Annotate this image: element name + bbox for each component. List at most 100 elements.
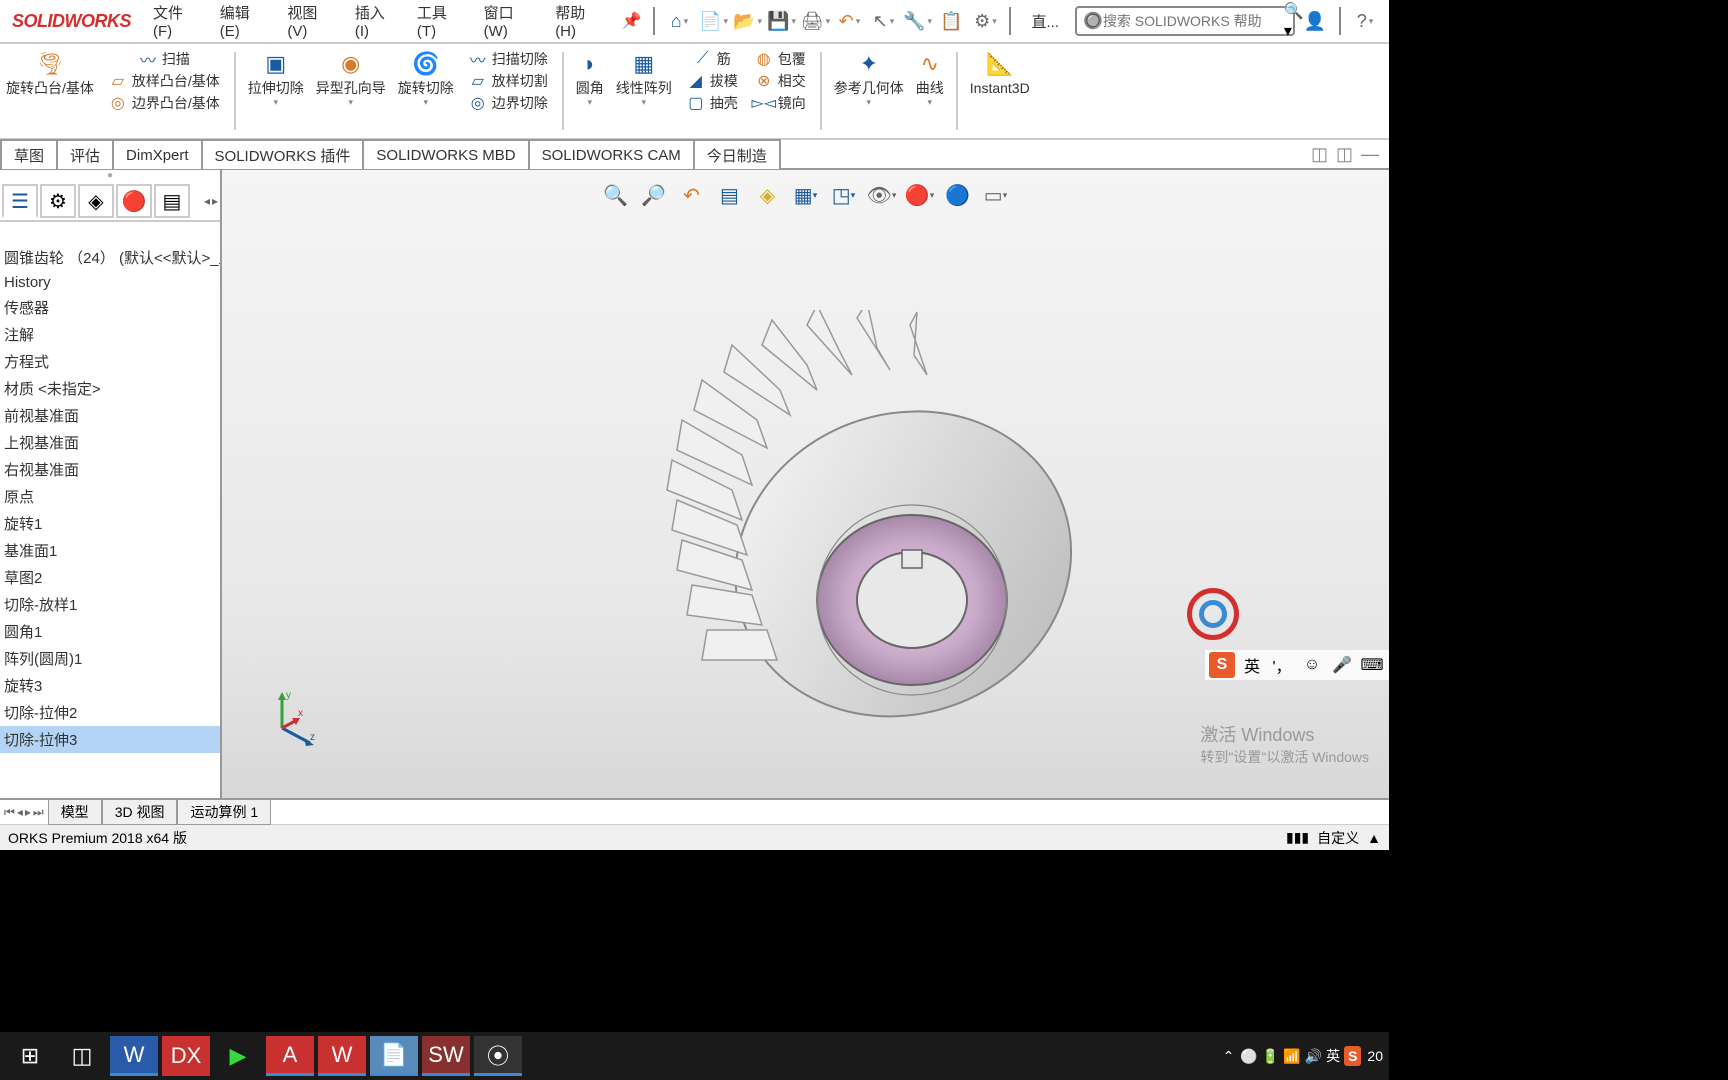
tray-expand-icon[interactable]: ⌃ (1223, 1048, 1235, 1065)
tree-item[interactable]: 原点 (0, 483, 220, 510)
tree-item-selected[interactable]: 切除-拉伸3 (0, 726, 220, 753)
hole-wizard-button[interactable]: ◉ 异型孔向导▾ (310, 48, 392, 110)
tray-icon[interactable]: ⚪ (1240, 1048, 1257, 1065)
taskbar-wps-icon[interactable]: W (318, 1036, 366, 1076)
search-box[interactable]: 🔘 🔍▾ (1075, 6, 1295, 36)
open-icon[interactable]: 📂▾ (733, 7, 761, 35)
tree-item[interactable]: 前视基准面 (0, 402, 220, 429)
tray-clock[interactable]: 20 (1367, 1048, 1383, 1064)
feature-tree-tab-icon[interactable]: ☰ (2, 184, 38, 218)
tab-evaluate[interactable]: 评估 (56, 139, 114, 169)
render-icon[interactable]: 🔵 (943, 180, 973, 210)
new-doc-icon[interactable]: 📄▾ (699, 7, 727, 35)
select-icon[interactable]: ↖▾ (869, 7, 897, 35)
config-manager-tab-icon[interactable]: ◈ (78, 184, 114, 218)
tab-cam[interactable]: SOLIDWORKS CAM (528, 139, 695, 169)
view-orientation-icon[interactable]: ◈ (753, 180, 783, 210)
tree-item[interactable]: 旋转1 (0, 510, 220, 537)
bevel-gear-model[interactable] (622, 310, 1082, 770)
status-arrow-icon[interactable]: ▲ (1367, 830, 1381, 846)
3d-viewport[interactable]: 🔍 🔎 ↶ ▤ ◈ ▦▾ ◳▾ 👁▾ 🔴▾ 🔵 ▭▾ (222, 170, 1389, 798)
taskbar-autocad-icon[interactable]: A (266, 1036, 314, 1076)
menu-view[interactable]: 视图(V) (277, 2, 345, 40)
ime-toolbar[interactable]: S 英 '， ☺ 🎤 ⌨ (1205, 650, 1389, 680)
sweep-cut-button[interactable]: 〰扫描切除 (464, 48, 552, 70)
section-view-icon[interactable]: ▤ (715, 180, 745, 210)
menu-file[interactable]: 文件(F) (143, 2, 210, 40)
menu-help[interactable]: 帮助(H) (545, 2, 613, 40)
orientation-triad[interactable]: y z x (262, 688, 322, 748)
status-custom[interactable]: 自定义 (1317, 828, 1359, 848)
loft-cut-button[interactable]: ▱放样切割 (464, 70, 552, 92)
taskbar-recorder-icon[interactable]: ⦿ (474, 1036, 522, 1076)
menu-insert[interactable]: 插入(I) (345, 2, 407, 40)
panel-handle[interactable]: ● (0, 170, 220, 182)
ime-keyboard-icon[interactable]: ⌨ (1359, 652, 1385, 678)
tree-item[interactable]: 草图2 (0, 564, 220, 591)
tree-item[interactable]: 注解 (0, 321, 220, 348)
save-icon[interactable]: 💾▾ (767, 7, 795, 35)
tab-today[interactable]: 今日制造 (693, 139, 781, 169)
pin-icon[interactable]: 📌 (614, 11, 650, 31)
previous-view-icon[interactable]: ↶ (677, 180, 707, 210)
display-manager-tab-icon[interactable]: ▤ (154, 184, 190, 218)
ime-voice-icon[interactable]: 🎤 (1329, 652, 1355, 678)
scene-icon[interactable]: 👁▾ (867, 180, 897, 210)
revolve-cut-button[interactable]: 🌀 旋转切除▾ (392, 48, 460, 110)
tab-nav-prev-icon[interactable]: ◂ (17, 805, 23, 820)
panel-right-icon[interactable]: ◫ (1336, 144, 1353, 165)
tree-item[interactable]: 阵列(圆周)1 (0, 645, 220, 672)
rib-button[interactable]: ⟋筋 (689, 48, 735, 70)
fillet-button[interactable]: ◗ 圆角▾ (570, 48, 610, 110)
home-icon[interactable]: ⌂▾ (665, 7, 693, 35)
display-style-icon[interactable]: ▦▾ (791, 180, 821, 210)
viewport-settings-icon[interactable]: ▭▾ (981, 180, 1011, 210)
ime-lang[interactable]: 英 (1239, 652, 1265, 678)
curves-button[interactable]: ∿ 曲线▾ (910, 48, 950, 110)
bottom-tab-motion[interactable]: 运动算例 1 (177, 799, 271, 825)
tray-volume-icon[interactable]: 🔊 (1305, 1048, 1322, 1065)
intersect-button[interactable]: ⊗相交 (750, 70, 810, 92)
start-button[interactable]: ⊞ (6, 1036, 54, 1076)
ime-emoji-icon[interactable]: ☺ (1299, 652, 1325, 678)
minimize-panel-icon[interactable]: — (1361, 144, 1379, 165)
help-icon[interactable]: ?▾ (1351, 7, 1379, 35)
tree-item[interactable]: 旋转3 (0, 672, 220, 699)
tree-item[interactable]: 上视基准面 (0, 429, 220, 456)
instant3d-button[interactable]: 📐 Instant3D (964, 48, 1036, 99)
feature-tree[interactable]: 圆锥齿轮 （24） (默认<<默认>_显示 History 传感器 注解 方程式… (0, 222, 220, 798)
tab-mbd[interactable]: SOLIDWORKS MBD (362, 139, 529, 169)
panel-left-icon[interactable]: ◫ (1311, 144, 1328, 165)
tree-item[interactable]: History (0, 271, 220, 294)
tab-dimxpert[interactable]: DimXpert (112, 139, 203, 169)
search-input[interactable] (1103, 13, 1284, 29)
taskbar-solidworks-icon[interactable]: SW (422, 1036, 470, 1076)
tree-item[interactable]: 方程式 (0, 348, 220, 375)
revolve-boss-button[interactable]: 🌪 旋转凸台/基体 (0, 48, 100, 99)
sweep-button[interactable]: 〰扫描 (134, 48, 194, 70)
menu-tools[interactable]: 工具(T) (407, 2, 474, 40)
property-manager-tab-icon[interactable]: ⚙ (40, 184, 76, 218)
tab-next-icon[interactable]: ▸ (212, 194, 218, 208)
tree-item[interactable]: 切除-放样1 (0, 591, 220, 618)
taskbar-notepad-icon[interactable]: 📄 (370, 1036, 418, 1076)
ref-geometry-button[interactable]: ✦ 参考几何体▾ (828, 48, 910, 110)
settings-icon[interactable]: ⚙▾ (971, 7, 999, 35)
zoom-area-icon[interactable]: 🔎 (639, 180, 669, 210)
tray-power-icon[interactable]: 🔋 (1262, 1048, 1279, 1065)
undo-icon[interactable]: ↶▾ (835, 7, 863, 35)
tab-nav-first-icon[interactable]: ⏮ (4, 805, 15, 820)
tree-item[interactable]: 切除-拉伸2 (0, 699, 220, 726)
boundary-button[interactable]: ◎边界凸台/基体 (104, 92, 224, 114)
rebuild-icon[interactable]: 🔧▾ (903, 7, 931, 35)
mirror-button[interactable]: ▻◅镜向 (750, 92, 810, 114)
menu-edit[interactable]: 编辑(E) (210, 2, 278, 40)
tab-prev-icon[interactable]: ◂ (204, 194, 210, 208)
draft-button[interactable]: ◢拔模 (682, 70, 742, 92)
tree-item[interactable]: 基准面1 (0, 537, 220, 564)
print-icon[interactable]: 🖨▾ (801, 7, 829, 35)
user-icon[interactable]: 👤 (1301, 7, 1329, 35)
taskbar-dx-icon[interactable]: DX (162, 1036, 210, 1076)
extrude-cut-button[interactable]: ▣ 拉伸切除▾ (242, 48, 310, 110)
tree-item[interactable]: 材质 <未指定> (0, 375, 220, 402)
